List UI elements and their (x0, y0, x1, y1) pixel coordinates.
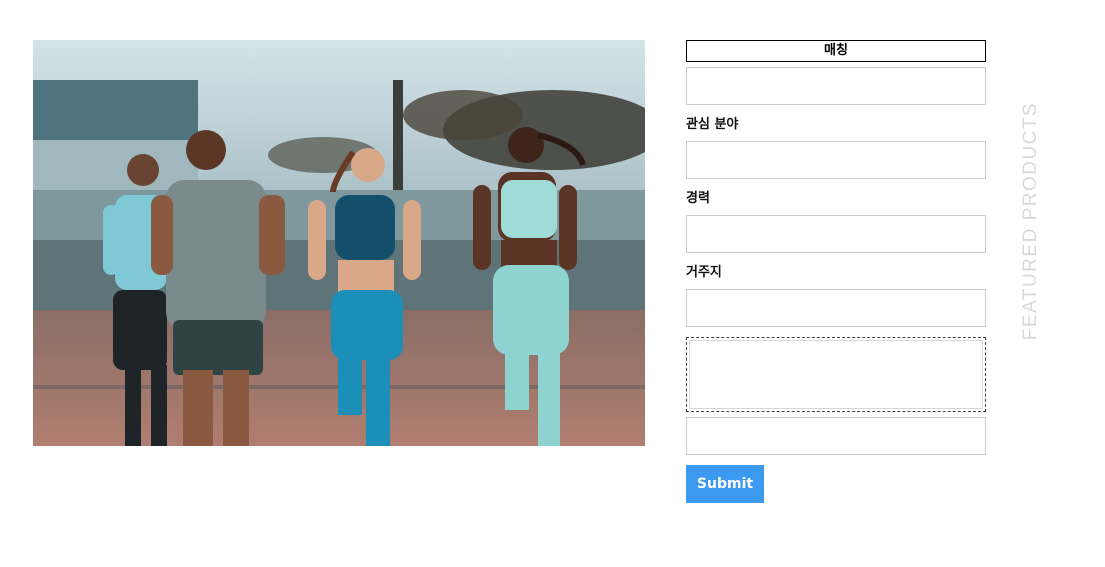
matching-form: 매칭 관심 분야 경력 거주지 Submit (685, 40, 987, 503)
featured-products-heading: FEATURED PRODUCTS (1020, 101, 1041, 341)
career-field[interactable] (686, 215, 986, 253)
message-textarea[interactable] (685, 336, 987, 413)
residence-field[interactable] (686, 289, 986, 327)
form-title: 매칭 (686, 40, 986, 62)
interest-label: 관심 분야 (686, 117, 739, 132)
first-text-field[interactable] (686, 67, 986, 105)
residence-label: 거주지 (686, 265, 722, 280)
last-text-field[interactable] (686, 417, 986, 455)
interest-field[interactable] (686, 141, 986, 179)
career-label: 경력 (686, 191, 710, 206)
page: 매칭 관심 분야 경력 거주지 Submit FEATURED PRODUCTS (0, 0, 1105, 567)
message-textarea-inner[interactable] (689, 340, 983, 409)
hero-photo (33, 40, 645, 446)
submit-button[interactable]: Submit (686, 465, 764, 503)
running-group-illustration (33, 40, 645, 446)
